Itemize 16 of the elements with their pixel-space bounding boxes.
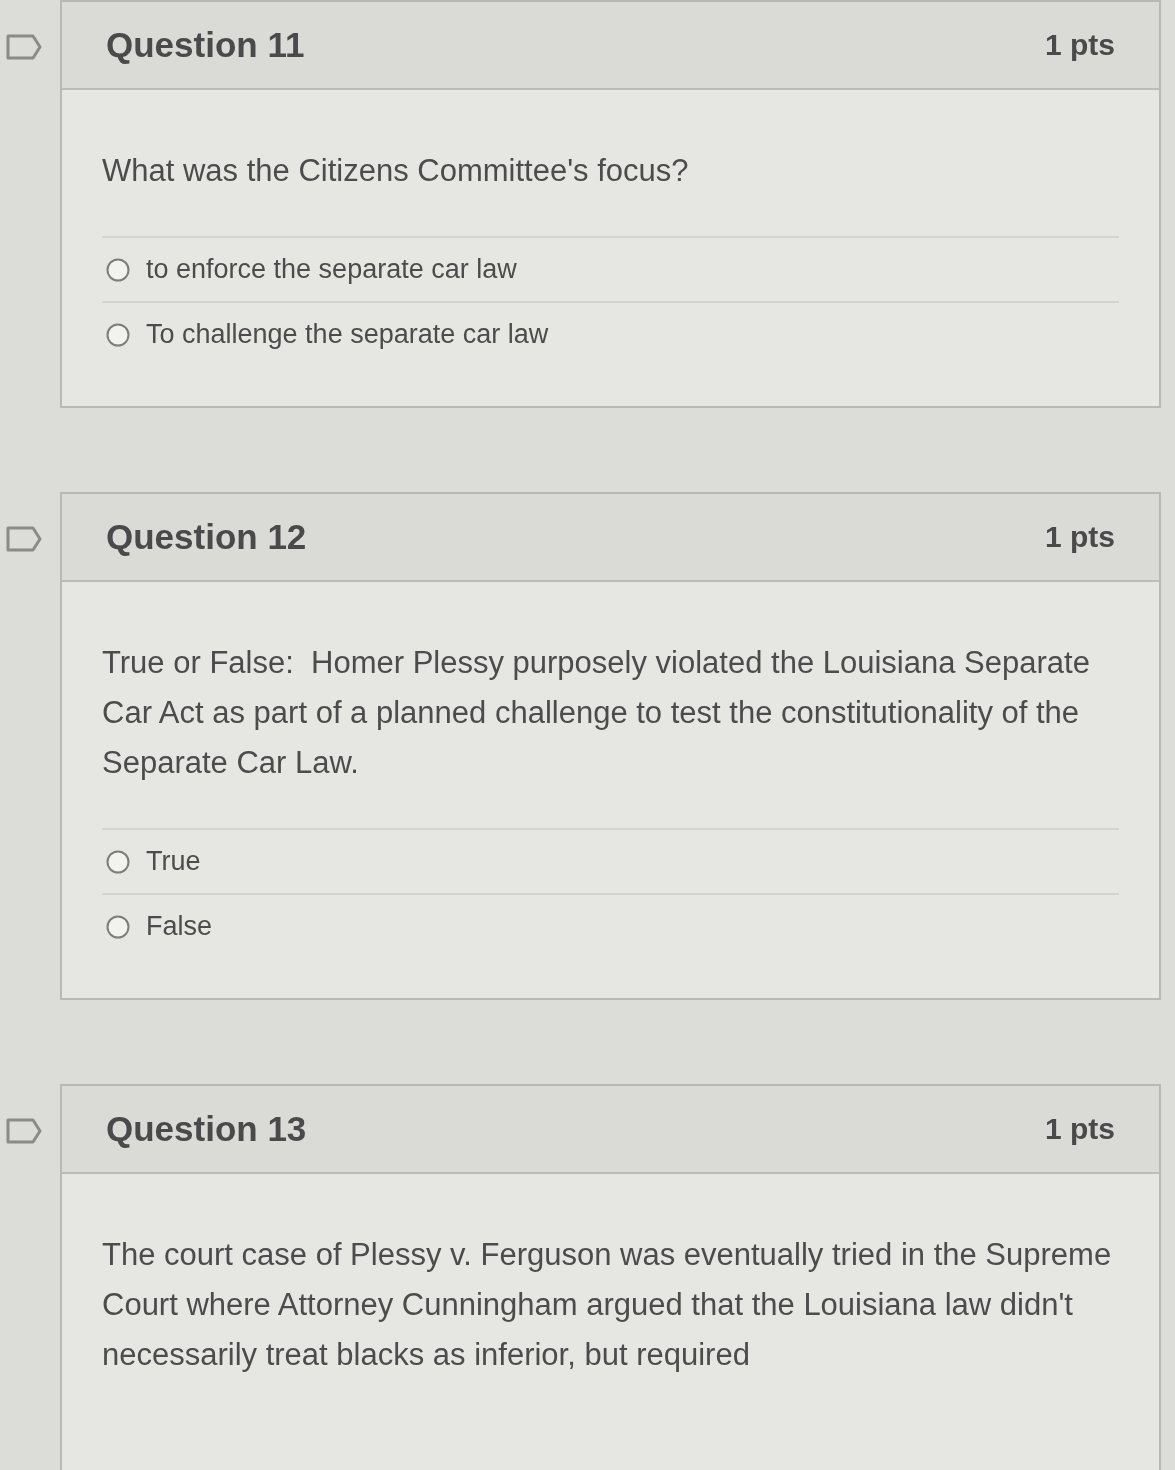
- question-title: Question 12: [106, 517, 307, 557]
- answer-option[interactable]: to enforce the separate car law: [102, 236, 1119, 301]
- question-title: Question 13: [106, 1109, 307, 1149]
- question-title: Question 11: [106, 25, 305, 65]
- answer-option[interactable]: True: [102, 828, 1119, 893]
- question-points: 1 pts: [1044, 520, 1115, 554]
- flag-icon[interactable]: [6, 1118, 42, 1144]
- question-text: What was the Citizens Committee's focus?: [102, 152, 690, 190]
- flag-icon[interactable]: [6, 34, 42, 60]
- question-points: 1 pts: [1044, 28, 1115, 62]
- flag-icon[interactable]: [6, 526, 42, 552]
- answer-option[interactable]: False: [102, 893, 1119, 958]
- question-text: True or False: Homer Plessy purposely violated the Louisiana Separate Car Act as part of a planned challenge to test the constitutionality of the Separate Car Law.: [102, 644, 1091, 782]
- answer-option[interactable]: To challenge the separate car law: [102, 301, 1119, 366]
- question-points: 1 pts: [1044, 1112, 1115, 1146]
- question-text: The court case of Plessy v. Ferguson was eventually tried in the Supreme Court where Attorney Cunningham argued that the Louisiana law didn't necessarily treat blacks as inferior, but required: [102, 1236, 1112, 1374]
